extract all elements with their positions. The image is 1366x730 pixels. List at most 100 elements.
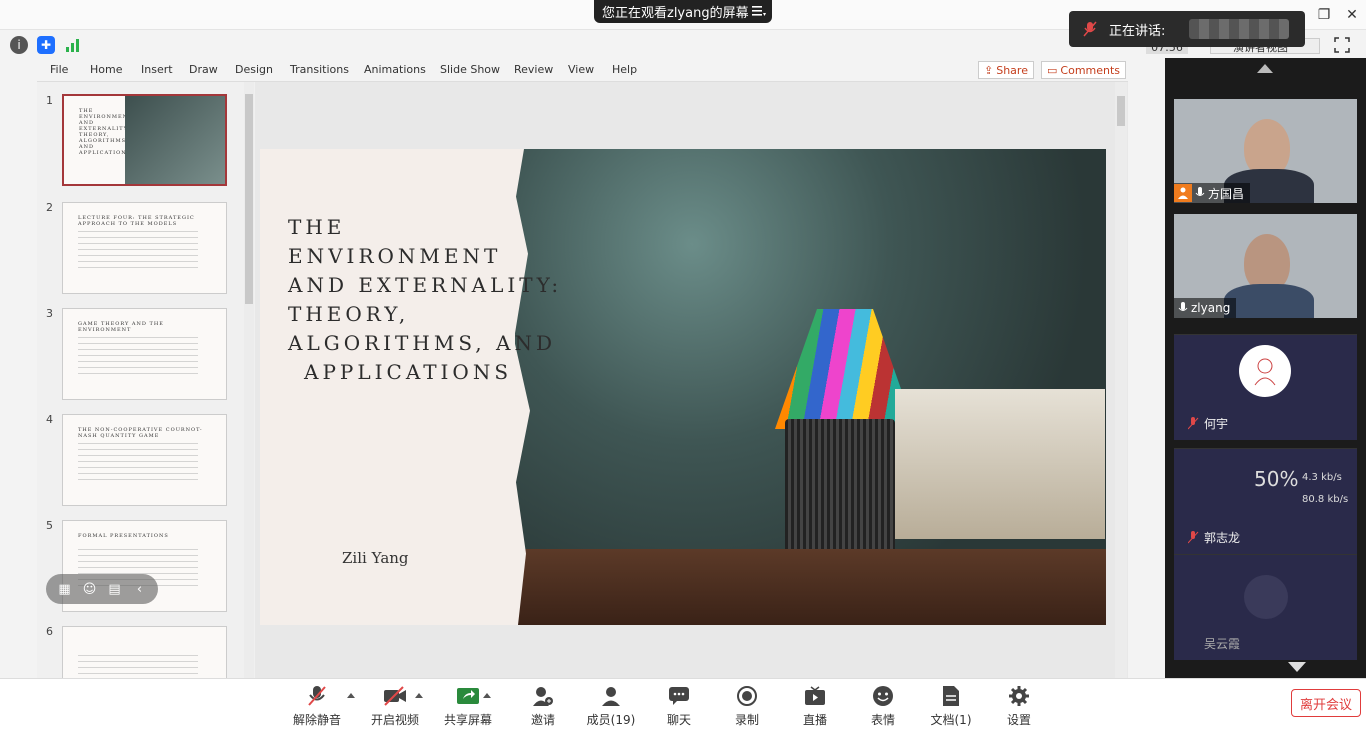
toolbar-label: 文档(1): [930, 713, 972, 727]
slide-thumbnail-2[interactable]: LECTURE FOUR: THE STRATEGIC APPROACH TO …: [62, 202, 227, 294]
security-shield-icon[interactable]: ✚: [37, 36, 55, 54]
reactions-button[interactable]: 表情: [848, 683, 918, 728]
grid-icon[interactable]: ▦: [56, 580, 74, 598]
menu-icon[interactable]: [752, 5, 766, 17]
live-button[interactable]: 直播: [780, 683, 850, 728]
pencils-image: [775, 309, 915, 429]
toolbar-label: 表情: [870, 713, 895, 727]
slide-thumbnail-3[interactable]: GAME THEORY AND THE ENVIRONMENT: [62, 308, 227, 400]
chat-icon[interactable]: ▤: [106, 580, 124, 598]
emoji-icon: [870, 683, 896, 709]
chevron-up-icon[interactable]: [347, 693, 355, 698]
toolbar-label: 直播: [802, 713, 827, 727]
info-icon[interactable]: i: [10, 36, 28, 54]
tab-animations[interactable]: Animations: [364, 63, 426, 76]
slide-thumbnail-6[interactable]: [62, 626, 227, 678]
slide-scrollbar[interactable]: [1115, 82, 1127, 678]
meeting-window: 您正在观看zlyang的屏幕 — ❐ ✕ 正在讲话: i ✚ 07:56 演讲者…: [0, 0, 1366, 730]
thumb-title: LECTURE FOUR: THE STRATEGIC APPROACH TO …: [78, 215, 195, 227]
tab-view[interactable]: View: [568, 63, 594, 76]
tab-design[interactable]: Design: [235, 63, 273, 76]
network-stats: 50% 4.3 kb/s 80.8 kb/s: [1254, 467, 1354, 537]
toolbar-label: 录制: [734, 713, 759, 727]
participant-tile[interactable]: 吴云霞: [1174, 554, 1357, 660]
shared-screen-powerpoint: File Home Insert Draw Design Transitions…: [37, 58, 1128, 678]
meeting-toolbar: 解除静音 开启视频 共享屏幕 邀请 成员(19) 聊天 录制 直播 表情 文档(…: [0, 678, 1366, 730]
chat-button[interactable]: 聊天: [644, 683, 714, 728]
leave-meeting-button[interactable]: 离开会议: [1291, 689, 1361, 717]
unmute-button[interactable]: 解除静音: [282, 683, 352, 728]
slide-thumbnail-1[interactable]: THE ENVIRONMENT AND EXTERNALITY: THEORY,…: [62, 94, 227, 186]
close-icon[interactable]: ✕: [1338, 0, 1366, 30]
tab-slide-show[interactable]: Slide Show: [440, 63, 500, 76]
ppt-share-button[interactable]: ⇪ Share: [978, 61, 1034, 79]
scroll-down-icon[interactable]: [1288, 662, 1306, 672]
participant-name: 郭志龙: [1204, 531, 1241, 545]
slide-title-line: APPLICATIONS: [304, 360, 513, 384]
speaking-label: 正在讲话:: [1109, 23, 1166, 39]
tab-transitions[interactable]: Transitions: [290, 63, 349, 76]
restore-icon[interactable]: ❐: [1310, 0, 1338, 30]
thumbnail-scrollbar[interactable]: [244, 82, 254, 678]
current-slide[interactable]: THE ENVIRONMENT AND EXTERNALITY: THEORY,…: [260, 149, 1106, 625]
tab-draw[interactable]: Draw: [189, 63, 218, 76]
table-image: [515, 549, 1106, 625]
thumb-body-text: [78, 337, 198, 377]
screen-share-banner-text: 您正在观看zlyang的屏幕: [602, 6, 749, 21]
toolbar-label: 共享屏幕: [443, 713, 492, 727]
participant-tile[interactable]: 何宇: [1174, 334, 1357, 440]
tab-home[interactable]: Home: [90, 63, 122, 76]
slide-thumbnail-4[interactable]: THE NON-COOPERATIVE COURNOT-NASH QUANTIT…: [62, 414, 227, 506]
share-screen-icon: [455, 683, 481, 709]
tab-review[interactable]: Review: [514, 63, 553, 76]
settings-icon: [1006, 683, 1032, 709]
collapse-icon[interactable]: ‹: [131, 580, 149, 598]
tab-help[interactable]: Help: [612, 63, 637, 76]
participant-body: [1224, 284, 1314, 318]
network-rates: 4.3 kb/s 80.8 kb/s: [1302, 467, 1348, 511]
slide-title-line: ALGORITHMS, AND: [288, 331, 556, 355]
emoji-icon[interactable]: ☺: [81, 580, 99, 598]
chevron-up-icon[interactable]: [483, 693, 491, 698]
invite-icon: [530, 683, 556, 709]
mic-icon: [1195, 186, 1205, 196]
scrollbar-thumb[interactable]: [245, 94, 253, 304]
slide-title-line: THE: [288, 215, 346, 239]
thumb-number: 6: [46, 625, 53, 638]
start-video-button[interactable]: 开启视频: [360, 683, 430, 728]
toolbar-label: 设置: [1006, 713, 1031, 727]
thumb-number: 1: [46, 94, 53, 107]
download-rate: 80.8: [1302, 494, 1325, 505]
video-tile[interactable]: zlyang: [1174, 214, 1357, 318]
host-icon: [1174, 184, 1192, 202]
invite-button[interactable]: 邀请: [508, 683, 578, 728]
video-tile[interactable]: 方国昌: [1174, 99, 1357, 203]
screen-share-banner[interactable]: 您正在观看zlyang的屏幕: [594, 0, 772, 23]
thumb-number: 2: [46, 201, 53, 214]
scroll-up-icon[interactable]: [1257, 64, 1273, 73]
settings-button[interactable]: 设置: [984, 683, 1054, 728]
slide-title-line: THEORY,: [288, 302, 410, 326]
thumb-body-text: [78, 655, 198, 678]
ppt-comments-button[interactable]: ▭ Comments: [1041, 61, 1127, 79]
participant-tile[interactable]: 50% 4.3 kb/s 80.8 kb/s 郭志龙: [1174, 448, 1357, 554]
record-button[interactable]: 录制: [712, 683, 782, 728]
documents-button[interactable]: 文档(1): [916, 683, 986, 728]
tab-file[interactable]: File: [50, 63, 68, 76]
scrollbar-thumb[interactable]: [1117, 96, 1125, 126]
participant-name-label: 吴云霞: [1204, 635, 1240, 652]
video-name-label: zlyang: [1174, 298, 1237, 318]
chevron-up-icon[interactable]: [415, 693, 423, 698]
video-name-label: 方国昌: [1174, 183, 1251, 203]
thumb-number: 5: [46, 519, 53, 532]
fullscreen-icon[interactable]: [1334, 37, 1350, 53]
participant-name: 方国昌: [1208, 186, 1245, 201]
tab-insert[interactable]: Insert: [141, 63, 173, 76]
share-screen-button[interactable]: 共享屏幕: [433, 683, 503, 728]
toolbar-label: 成员(19): [586, 713, 636, 727]
slide-author: Zili Yang: [342, 549, 409, 567]
signal-icon[interactable]: [64, 36, 82, 54]
thumb-title: THE NON-COOPERATIVE COURNOT-NASH QUANTIT…: [78, 427, 203, 439]
participant-panel: 方国昌 zlyang 何宇 50% 4.3 kb/s 80.8 kb/s 郭志龙…: [1165, 58, 1366, 678]
members-button[interactable]: 成员(19): [576, 683, 646, 728]
